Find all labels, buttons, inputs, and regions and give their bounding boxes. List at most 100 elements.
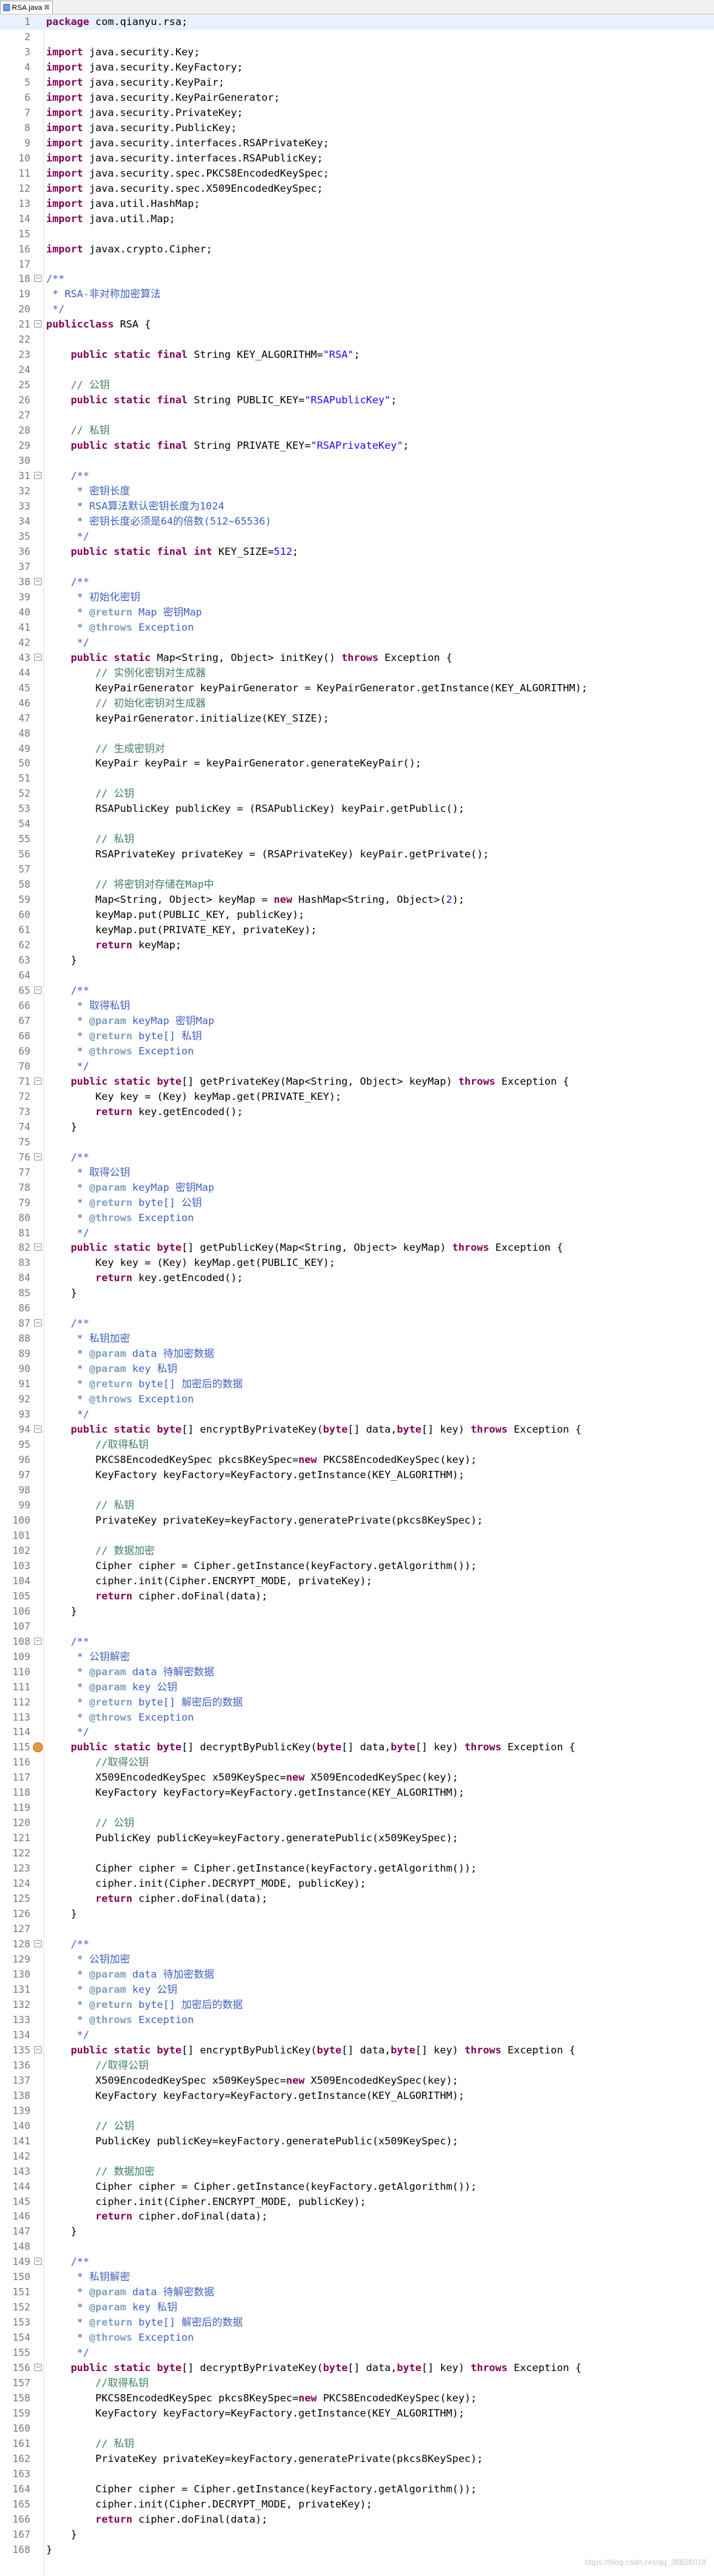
code-line[interactable]: 31 /**: [0, 469, 714, 484]
code-line[interactable]: 128 /**: [0, 1937, 714, 1952]
code-line[interactable]: 34 * 密钥长度必须是64的倍数(512~65536): [0, 514, 714, 529]
code-line[interactable]: 92 * @throws Exception: [0, 1392, 714, 1407]
code-line[interactable]: 25 // 公钥: [0, 378, 714, 393]
code-line[interactable]: 51: [0, 771, 714, 786]
code-line[interactable]: 68 * @return byte[] 私钥: [0, 1029, 714, 1044]
code-line[interactable]: 11 import java.security.spec.PKCS8Encoded…: [0, 166, 714, 181]
code-line[interactable]: 54: [0, 816, 714, 832]
code-line[interactable]: 60 keyMap.put(PUBLIC_KEY, publicKey);: [0, 907, 714, 923]
code-line[interactable]: 107: [0, 1619, 714, 1634]
code-line[interactable]: 69 * @throws Exception: [0, 1044, 714, 1059]
code-line[interactable]: 48: [0, 726, 714, 741]
code-line[interactable]: 154 * @throws Exception: [0, 2330, 714, 2345]
code-line[interactable]: 55 // 私钥: [0, 832, 714, 847]
code-line[interactable]: 33 * RSA算法默认密钥长度为1024: [0, 499, 714, 514]
fold-toggle-icon[interactable]: [34, 1425, 42, 1433]
code-line[interactable]: 26 public static final String PUBLIC_KEY…: [0, 393, 714, 408]
code-line[interactable]: 145 cipher.init(Cipher.ENCRYPT_MODE, pub…: [0, 2194, 714, 2210]
code-line[interactable]: 58 // 将密钥对存储在Map中: [0, 877, 714, 892]
tab-rsa-java[interactable]: RSA.java ⊠: [0, 1, 53, 14]
code-line[interactable]: 23 public static final String KEY_ALGORI…: [0, 347, 714, 362]
code-line[interactable]: 98: [0, 1483, 714, 1498]
code-line[interactable]: 29 public static final String PRIVATE_KE…: [0, 438, 714, 453]
code-line[interactable]: 3 import java.security.Key;: [0, 45, 714, 60]
code-line[interactable]: 134 */: [0, 2028, 714, 2043]
code-line[interactable]: 129 * 公钥加密: [0, 1952, 714, 1967]
code-line[interactable]: 87 /**: [0, 1316, 714, 1331]
code-line[interactable]: 1 package com.qianyu.rsa;: [0, 14, 714, 30]
close-icon[interactable]: ⊠: [44, 4, 49, 11]
code-line[interactable]: 50 KeyPair keyPair = keyPairGenerator.ge…: [0, 756, 714, 771]
code-line[interactable]: 13 import java.util.HashMap;: [0, 196, 714, 212]
code-line[interactable]: 125 return cipher.doFinal(data);: [0, 1891, 714, 1906]
code-line[interactable]: 49 // 生成密钥对: [0, 741, 714, 757]
code-line[interactable]: 71 public static byte[] getPrivateKey(Ma…: [0, 1074, 714, 1089]
code-line[interactable]: 97 KeyFactory keyFactory=KeyFactory.getI…: [0, 1468, 714, 1483]
code-line[interactable]: 35 */: [0, 529, 714, 544]
code-line[interactable]: 67 * @param keyMap 密钥Map: [0, 1014, 714, 1029]
fold-toggle-icon[interactable]: [34, 1077, 42, 1085]
code-line[interactable]: 102 // 数据加密: [0, 1543, 714, 1559]
code-line[interactable]: 139: [0, 2104, 714, 2119]
code-line[interactable]: 64: [0, 968, 714, 983]
code-line[interactable]: 151 * @param data 待解密数据: [0, 2285, 714, 2300]
code-line[interactable]: 8 import java.security.PublicKey;: [0, 121, 714, 136]
fold-toggle-icon[interactable]: [34, 320, 42, 328]
code-line[interactable]: 116 //取得公钥: [0, 1755, 714, 1770]
code-line[interactable]: 83 Key key = (Key) keyMap.get(PUBLIC_KEY…: [0, 1255, 714, 1271]
code-line[interactable]: 16 import javax.crypto.Cipher;: [0, 242, 714, 257]
code-line[interactable]: 164 Cipher cipher = Cipher.getInstance(k…: [0, 2482, 714, 2497]
code-line[interactable]: 104 cipher.init(Cipher.ENCRYPT_MODE, pri…: [0, 1574, 714, 1589]
code-line[interactable]: 96 PKCS8EncodedKeySpec pkcs8KeySpec=new …: [0, 1452, 714, 1468]
code-line[interactable]: 99 // 私钥: [0, 1498, 714, 1513]
code-line[interactable]: 66 * 取得私钥: [0, 998, 714, 1014]
code-line[interactable]: 30: [0, 453, 714, 469]
code-line[interactable]: 6 import java.security.KeyPairGenerator;: [0, 90, 714, 105]
code-line[interactable]: 121 PublicKey publicKey=keyFactory.gener…: [0, 1831, 714, 1846]
code-line[interactable]: 148: [0, 2239, 714, 2254]
code-line[interactable]: 82 public static byte[] getPublicKey(Map…: [0, 1240, 714, 1255]
code-line[interactable]: 160: [0, 2421, 714, 2436]
code-line[interactable]: 156 public static byte[] decryptByPrivat…: [0, 2361, 714, 2376]
code-line[interactable]: 159 KeyFactory keyFactory=KeyFactory.get…: [0, 2406, 714, 2421]
code-line[interactable]: 127: [0, 1922, 714, 1937]
code-line[interactable]: 114 */: [0, 1725, 714, 1740]
code-line[interactable]: 4 import java.security.KeyFactory;: [0, 60, 714, 75]
fold-toggle-icon[interactable]: [34, 577, 42, 585]
code-line[interactable]: 70 */: [0, 1059, 714, 1074]
code-line[interactable]: 15: [0, 227, 714, 242]
code-line[interactable]: 105 return cipher.doFinal(data);: [0, 1589, 714, 1604]
code-line[interactable]: 101: [0, 1528, 714, 1543]
code-line[interactable]: 32 * 密钥长度: [0, 484, 714, 499]
code-line[interactable]: 43 public static Map<String, Object> ini…: [0, 650, 714, 666]
code-line[interactable]: 53 RSAPublicKey publicKey = (RSAPublicKe…: [0, 801, 714, 816]
code-line[interactable]: 17: [0, 257, 714, 272]
code-line[interactable]: 135 public static byte[] encryptByPublic…: [0, 2043, 714, 2058]
code-line[interactable]: 88 * 私钥加密: [0, 1331, 714, 1346]
code-line[interactable]: 153 * @return byte[] 解密后的数据: [0, 2315, 714, 2330]
code-line[interactable]: 144 Cipher cipher = Cipher.getInstance(k…: [0, 2179, 714, 2194]
fold-toggle-icon[interactable]: [34, 2364, 42, 2372]
code-line[interactable]: 132 * @return byte[] 加密后的数据: [0, 1997, 714, 2013]
fold-toggle-icon[interactable]: [34, 1940, 42, 1948]
code-line[interactable]: 163: [0, 2467, 714, 2482]
code-line[interactable]: 65 /**: [0, 983, 714, 998]
code-line[interactable]: 84 return key.getEncoded();: [0, 1271, 714, 1286]
code-line[interactable]: 79 * @return byte[] 公钥: [0, 1195, 714, 1211]
code-line[interactable]: 73 return key.getEncoded();: [0, 1104, 714, 1120]
code-line[interactable]: 2: [0, 30, 714, 45]
fold-toggle-icon[interactable]: [34, 987, 42, 994]
code-line[interactable]: 157 //取得私钥: [0, 2376, 714, 2391]
code-line[interactable]: 119: [0, 1800, 714, 1816]
code-line[interactable]: 113 * @throws Exception: [0, 1710, 714, 1725]
code-line[interactable]: 94 public static byte[] encryptByPrivate…: [0, 1422, 714, 1437]
fold-toggle-icon[interactable]: [34, 2258, 42, 2266]
code-line[interactable]: 77 * 取得公钥: [0, 1165, 714, 1180]
code-line[interactable]: 165 cipher.init(Cipher.DECRYPT_MODE, pri…: [0, 2497, 714, 2512]
code-line[interactable]: 166 return cipher.doFinal(data);: [0, 2512, 714, 2527]
code-line[interactable]: 62 return keyMap;: [0, 938, 714, 953]
code-line[interactable]: 22: [0, 332, 714, 347]
code-line[interactable]: 141 PublicKey publicKey=keyFactory.gener…: [0, 2134, 714, 2149]
code-line[interactable]: 56 RSAPrivateKey privateKey = (RSAPrivat…: [0, 847, 714, 862]
code-line[interactable]: 136 //取得公钥: [0, 2058, 714, 2073]
